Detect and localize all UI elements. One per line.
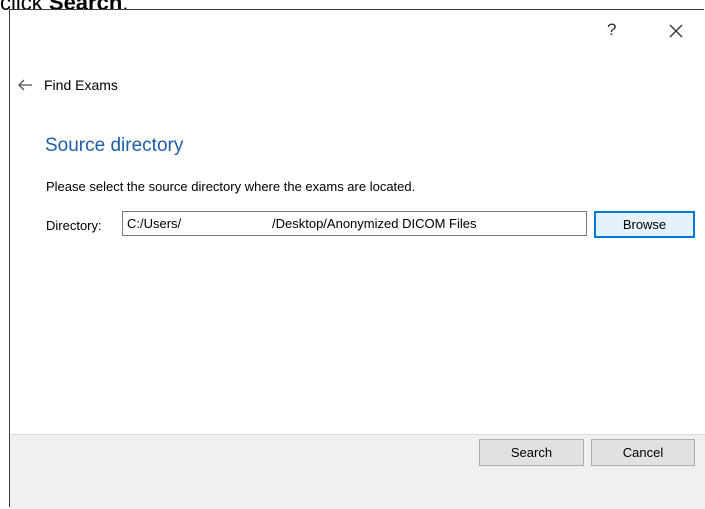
section-title: Source directory — [45, 135, 184, 156]
close-icon[interactable] — [665, 20, 687, 42]
directory-label: Directory: — [46, 218, 102, 233]
cancel-button[interactable]: Cancel — [591, 439, 695, 466]
find-exams-dialog: ? Find Exams Source directory Please sel… — [9, 9, 705, 509]
back-arrow-icon[interactable] — [17, 78, 35, 92]
browse-button[interactable]: Browse — [594, 211, 695, 238]
directory-input[interactable]: C:/Users/ /Desktop/Anonymized DICOM File… — [122, 211, 587, 236]
search-button[interactable]: Search — [479, 439, 584, 466]
directory-value-part2: /Desktop/Anonymized DICOM Files — [272, 216, 477, 231]
directory-value-part1: C:/Users/ — [127, 216, 182, 231]
instructions-text: Please select the source directory where… — [46, 179, 416, 194]
help-button[interactable]: ? — [607, 20, 616, 40]
page-title: Find Exams — [44, 77, 118, 93]
